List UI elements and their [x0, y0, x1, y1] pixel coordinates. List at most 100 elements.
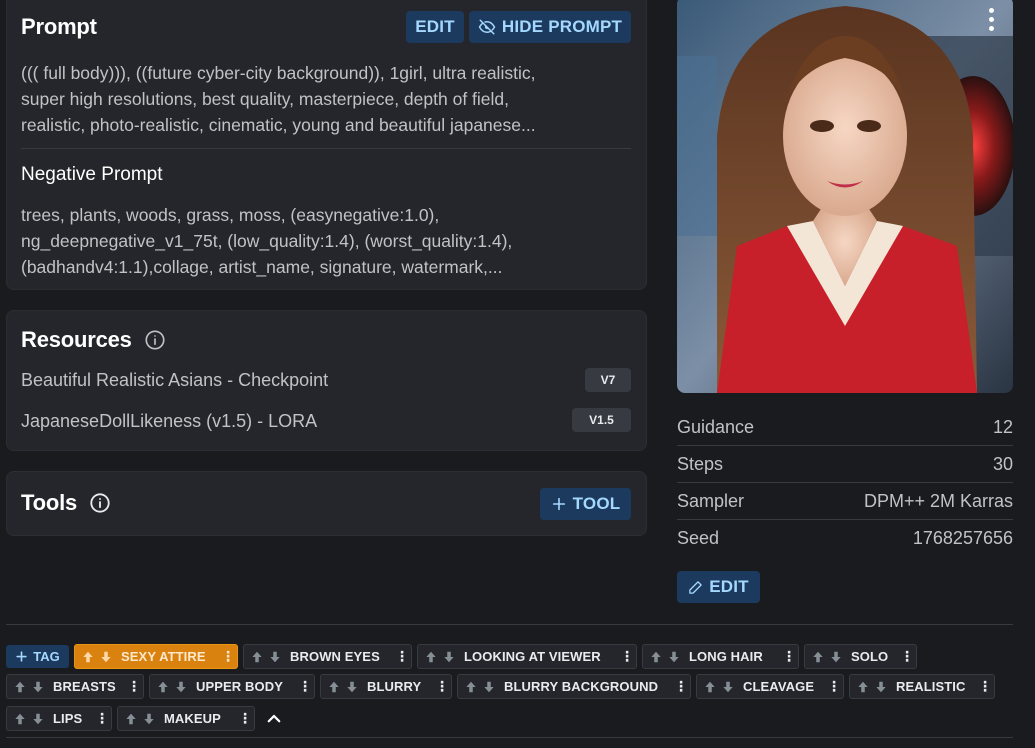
arrow-down-icon[interactable] [31, 712, 45, 726]
resources-title: Resources [21, 327, 132, 352]
resource-link[interactable]: JapaneseDollLikeness (v1.5) - LORA [21, 411, 317, 432]
arrow-down-icon[interactable] [31, 680, 45, 694]
arrow-down-icon[interactable] [721, 680, 735, 694]
tag-chip[interactable]: MAKEUP ⋮ [117, 706, 255, 731]
tag-chip[interactable]: BLURRY BACKGROUND ⋮ [457, 674, 691, 699]
tag-menu-icon[interactable]: ⋮ [127, 678, 141, 695]
stat-label: Steps [677, 453, 724, 474]
plus-icon [16, 651, 27, 662]
arrow-up-icon[interactable] [250, 650, 264, 664]
tag-menu-icon[interactable]: ⋮ [238, 710, 252, 727]
edit-prompt-button[interactable]: EDIT [406, 11, 464, 43]
tag-chip[interactable]: REALISTIC ⋮ [849, 674, 995, 699]
tag-label: BLURRY BACKGROUND [504, 679, 659, 694]
chevron-up-icon [267, 714, 281, 723]
tag-menu-icon[interactable]: ⋮ [620, 648, 634, 665]
arrow-down-icon[interactable] [829, 650, 843, 664]
stat-value: DPM++ 2M Karras [863, 490, 1013, 511]
tag-label: SEXY ATTIRE [121, 649, 206, 664]
tag-menu-icon[interactable]: ⋮ [674, 678, 688, 695]
tag-chip[interactable]: BLURRY ⋮ [320, 674, 452, 699]
tag-chip[interactable]: UPPER BODY ⋮ [149, 674, 315, 699]
edit-generation-button[interactable]: EDIT [677, 571, 760, 603]
collapse-tags-button[interactable] [263, 708, 285, 730]
stat-label: Seed [677, 528, 720, 548]
arrow-up-icon[interactable] [327, 680, 341, 694]
arrow-up-icon[interactable] [649, 650, 663, 664]
tag-chip[interactable]: BROWN EYES ⋮ [243, 644, 412, 669]
add-tag-button[interactable]: TAG [6, 645, 69, 668]
tag-label: UPPER BODY [196, 679, 283, 694]
arrow-down-icon[interactable] [268, 650, 282, 664]
tag-menu-icon[interactable]: ⋮ [95, 710, 109, 727]
tag-chip[interactable]: SOLO ⋮ [804, 644, 917, 669]
tools-header: Tools [21, 490, 111, 516]
prompt-text: ((( full body))), ((future cyber-city ba… [21, 60, 631, 138]
arrow-down-icon[interactable] [345, 680, 359, 694]
arrow-up-icon[interactable] [124, 712, 138, 726]
stat-label: Guidance [677, 416, 755, 437]
tag-menu-icon[interactable]: ⋮ [900, 648, 914, 665]
tag-label: CLEAVAGE [743, 679, 815, 694]
section-divider [6, 624, 1013, 625]
generated-image[interactable] [677, 0, 1013, 393]
resource-link[interactable]: Beautiful Realistic Asians - Checkpoint [21, 370, 328, 391]
arrow-down-icon[interactable] [874, 680, 888, 694]
arrow-up-icon[interactable] [464, 680, 478, 694]
add-tool-label: TOOL [572, 494, 621, 513]
arrow-up-icon[interactable] [424, 650, 438, 664]
plus-icon [552, 497, 565, 511]
tag-label: REALISTIC [896, 679, 966, 694]
tag-label: BROWN EYES [290, 649, 380, 664]
arrow-down-icon[interactable] [667, 650, 681, 664]
arrow-up-icon[interactable] [13, 712, 27, 726]
tag-menu-icon[interactable]: ⋮ [298, 678, 312, 695]
pencil-icon [689, 580, 702, 594]
resource-version-badge: V7 [585, 368, 631, 392]
tag-votes [81, 650, 113, 664]
portrait-image [677, 0, 1013, 393]
arrow-down-icon[interactable] [174, 680, 188, 694]
arrow-up-icon[interactable] [13, 680, 27, 694]
tag-chip[interactable]: LOOKING AT VIEWER ⋮ [417, 644, 637, 669]
arrow-down-icon[interactable] [442, 650, 456, 664]
tag-menu-icon[interactable]: ⋮ [395, 648, 409, 665]
arrow-up-icon[interactable] [703, 680, 717, 694]
tag-menu-icon[interactable]: ⋮ [435, 678, 449, 695]
tag-chip[interactable]: SEXY ATTIRE ⋮ [74, 644, 238, 669]
arrow-up-icon[interactable] [81, 650, 95, 664]
tag-label: LONG HAIR [689, 649, 763, 664]
arrow-up-icon[interactable] [856, 680, 870, 694]
tools-title: Tools [21, 490, 78, 515]
edit-prompt-label: EDIT [415, 17, 455, 36]
tag-chip[interactable]: LIPS ⋮ [6, 706, 112, 731]
hide-prompt-button[interactable]: HIDE PROMPT [469, 11, 631, 43]
info-icon[interactable] [144, 329, 166, 351]
tag-menu-icon[interactable]: ⋮ [221, 648, 235, 665]
tag-menu-icon[interactable]: ⋮ [782, 648, 796, 665]
stat-row-steps: Steps 30 [677, 446, 1013, 483]
arrow-down-icon[interactable] [99, 650, 113, 664]
tag-chip[interactable]: LONG HAIR ⋮ [642, 644, 799, 669]
arrow-down-icon[interactable] [482, 680, 496, 694]
stat-value: 30 [992, 453, 1013, 474]
image-menu-icon[interactable] [989, 8, 995, 31]
tag-menu-icon[interactable]: ⋮ [827, 678, 841, 695]
prompt-line: super high resolutions, best quality, ma… [21, 89, 510, 109]
add-tool-button[interactable]: TOOL [540, 488, 631, 520]
edit-generation-label: EDIT [709, 577, 749, 596]
arrow-down-icon[interactable] [142, 712, 156, 726]
arrow-up-icon[interactable] [811, 650, 825, 664]
tag-chip[interactable]: BREASTS ⋮ [6, 674, 144, 699]
info-icon[interactable] [89, 492, 111, 514]
negative-prompt-title: Negative Prompt [21, 164, 163, 185]
tag-chip[interactable]: CLEAVAGE ⋮ [696, 674, 844, 699]
tag-label: BLURRY [367, 679, 422, 694]
tag-menu-icon[interactable]: ⋮ [978, 678, 992, 695]
negative-prompt-line: (badhandv4:1.1),collage, artist_name, si… [21, 257, 503, 277]
resources-header: Resources [21, 327, 166, 353]
resource-version-badge: V1.5 [572, 408, 631, 432]
eye-off-icon [478, 19, 496, 35]
tag-label: SOLO [851, 649, 889, 664]
arrow-up-icon[interactable] [156, 680, 170, 694]
